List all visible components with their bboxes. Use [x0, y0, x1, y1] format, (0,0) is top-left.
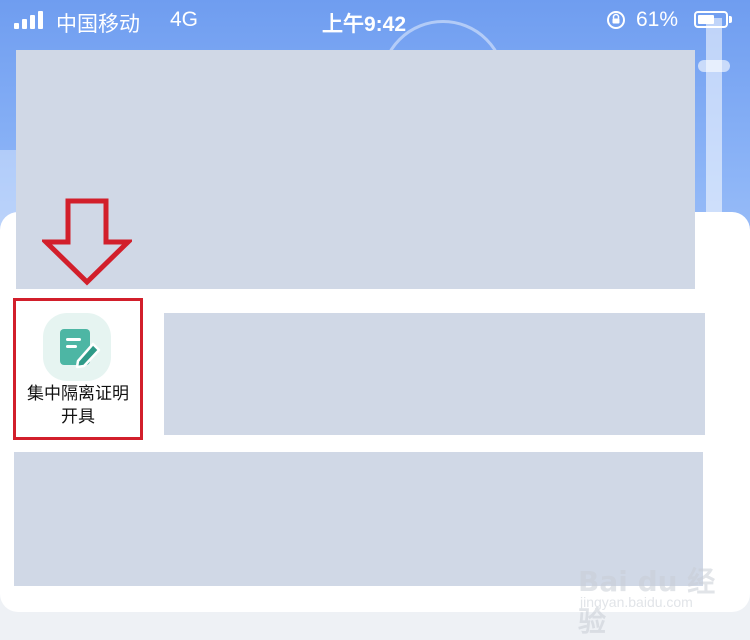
status-bar: 中国移动 4G 上午9:42 61% [0, 0, 750, 40]
network-type: 4G [170, 8, 199, 31]
rotation-lock-icon [607, 11, 625, 29]
tv-tower-illustration [706, 18, 722, 228]
carrier-name: 中国移动 [56, 13, 140, 36]
signal-strength-icon [14, 11, 48, 29]
redacted-feature-tiles[interactable] [164, 313, 705, 435]
baidu-watermark-logo: Bai du 经验 jingyan.baidu.com [578, 560, 728, 638]
battery-cap [729, 16, 732, 23]
down-arrow-icon [42, 198, 132, 286]
watermark-url: jingyan.baidu.com [580, 594, 693, 610]
status-time: 上午9:42 [322, 13, 407, 36]
battery-level-fill [698, 15, 714, 24]
highlight-box [13, 298, 143, 440]
tv-tower-top-illustration [698, 60, 730, 72]
battery-percentage: 61% [636, 8, 679, 31]
battery-icon [694, 11, 728, 28]
